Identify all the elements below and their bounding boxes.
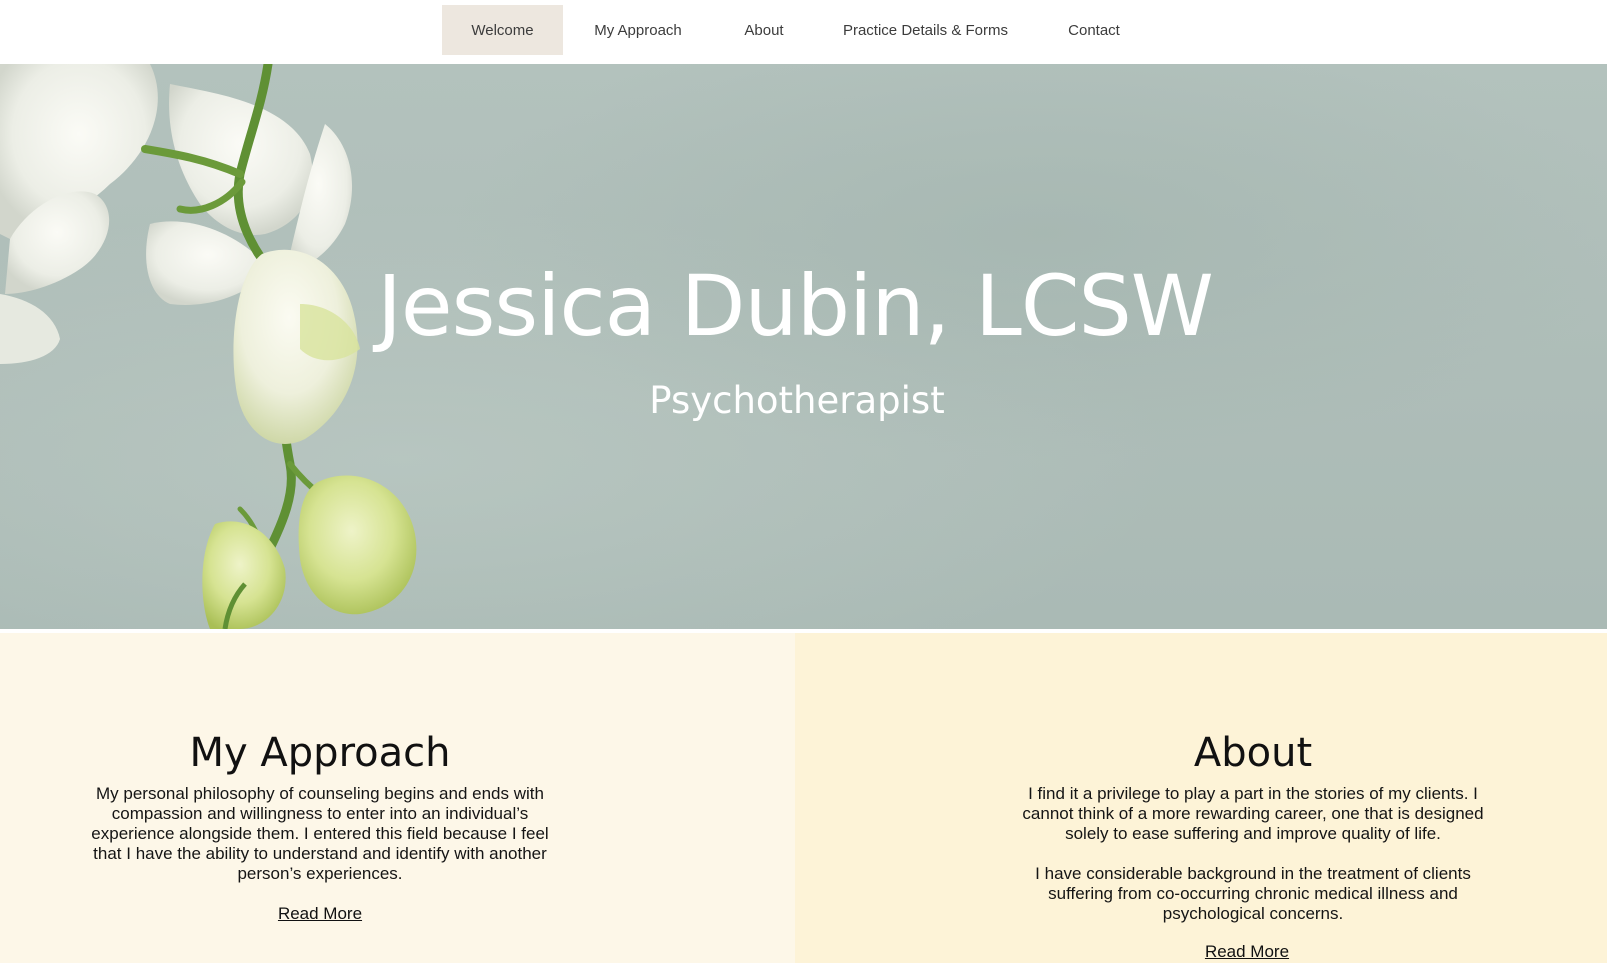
about-column: About I find it a privilege to play a pa… [1013,728,1493,962]
hero-title: Jessica Dubin, LCSW [377,257,1214,355]
hero-banner: Jessica Dubin, LCSW Psychotherapist [0,64,1607,629]
about-text-1: I find it a privilege to play a part in … [1022,784,1484,843]
about-heading: About [1193,730,1313,776]
nav-item-welcome[interactable]: Welcome [442,5,563,55]
hero-subtitle: Psychotherapist [649,379,945,422]
approach-heading: My Approach [189,730,451,776]
main-nav: Welcome My Approach About Practice Detai… [442,5,1152,55]
nav-item-about[interactable]: About [713,5,815,55]
about-read-more-link[interactable]: Read More [1001,942,1493,962]
approach-column: My Approach My personal philosophy of co… [80,728,560,924]
nav-item-contact[interactable]: Contact [1036,5,1152,55]
approach-text: My personal philosophy of counseling beg… [91,784,549,883]
site-header: Welcome My Approach About Practice Detai… [0,0,1607,64]
about-section: About I find it a privilege to play a pa… [795,633,1607,963]
approach-read-more-link[interactable]: Read More [80,904,560,924]
nav-item-practice-details[interactable]: Practice Details & Forms [815,5,1036,55]
approach-section: My Approach My personal philosophy of co… [0,633,795,963]
nav-item-my-approach[interactable]: My Approach [563,5,713,55]
about-text-2: I have considerable background in the tr… [1035,864,1471,923]
